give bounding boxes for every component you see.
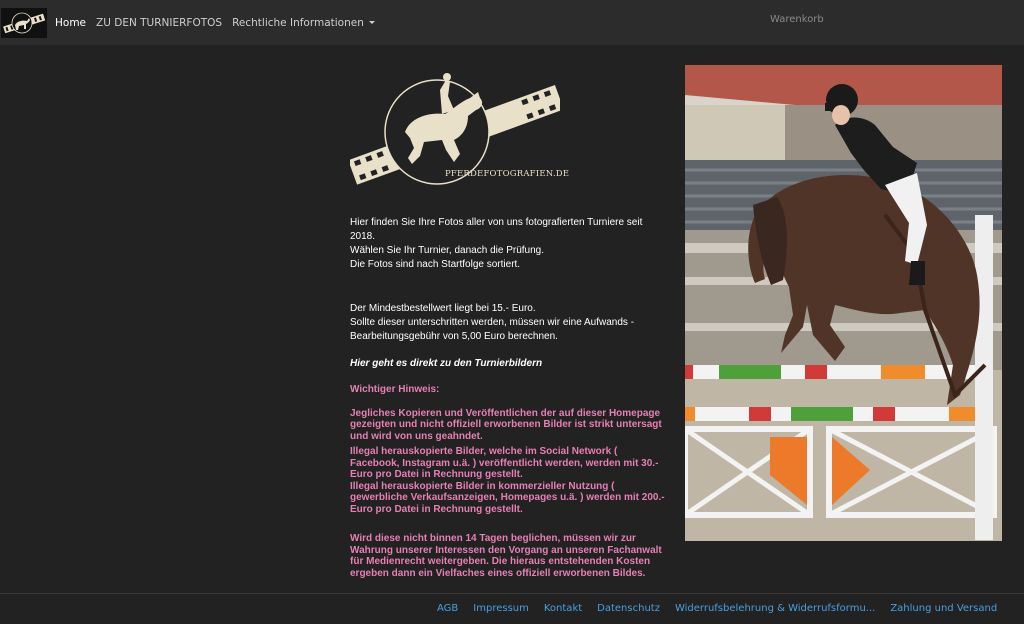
brand-logo[interactable] [1, 7, 47, 39]
show-jumping-photo [685, 65, 1002, 541]
notice-heading: Wichtiger Hinweis: [350, 384, 440, 395]
nav-home[interactable]: Home [55, 17, 86, 29]
important-notice: Wichtiger Hinweis: Jegliches Kopieren un… [350, 384, 668, 579]
nav-rechtliche-informationen-label: Rechtliche Informationen [232, 16, 364, 29]
footer-link-impressum[interactable]: Impressum [473, 603, 529, 614]
notice-paragraph: Jegliches Kopieren und Veröffentlichen d… [350, 407, 662, 442]
cart-link[interactable]: Warenkorb [770, 14, 824, 25]
logo-text: PFERDEFOTOGRAFIEN.DE [445, 169, 570, 179]
notice-paragraph: Illegal herauskopierte Bilder in kommerz… [350, 480, 665, 515]
intro-line: Die Fotos sind nach Startfolge sortiert. [350, 259, 521, 270]
footer: AGB Impressum Kontakt Datenschutz Widerr… [0, 593, 1024, 624]
caret-down-icon [368, 21, 375, 24]
footer-link-zahlung-versand[interactable]: Zahlung und Versand [890, 603, 997, 614]
min-order-line: Der Mindestbestellwert liegt bei 15.- Eu… [350, 303, 536, 314]
notice-paragraph: Illegal herauskopierte Bilder, welche im… [350, 446, 659, 480]
intro-text: Hier finden Sie Ihre Fotos aller von uns… [350, 216, 670, 272]
min-order-line: Bearbeitungsgebühr von 5,00 Euro berechn… [350, 331, 558, 342]
footer-link-widerrufsbelehrung[interactable]: Widerrufsbelehrung & Widerrufsformu... [675, 603, 875, 614]
notice-paragraph: Wird diese nicht binnen 14 Tagen beglich… [350, 533, 662, 579]
horse-rider-image [685, 65, 1002, 541]
nav-turnierfotos[interactable]: ZU DEN TURNIERFOTOS [96, 17, 222, 29]
horse-logo-icon [1, 7, 47, 38]
nav-rechtliche-informationen-dropdown[interactable]: Rechtliche Informationen [232, 17, 375, 29]
footer-link-kontakt[interactable]: Kontakt [544, 603, 582, 614]
main-content: Hier finden Sie Ihre Fotos aller von uns… [350, 216, 670, 579]
tournament-photos-link[interactable]: Hier geht es direkt zu den Turnierbilder… [350, 358, 542, 369]
footer-links: AGB Impressum Kontakt Datenschutz Widerr… [437, 603, 1012, 614]
footer-link-datenschutz[interactable]: Datenschutz [597, 603, 660, 614]
footer-link-agb[interactable]: AGB [437, 603, 458, 614]
top-navbar: Home ZU DEN TURNIERFOTOS Rechtliche Info… [0, 0, 1024, 45]
min-order-line: Sollte dieser unterschritten werden, müs… [350, 317, 635, 328]
min-order-text: Der Mindestbestellwert liegt bei 15.- Eu… [350, 302, 634, 344]
intro-line: Hier finden Sie Ihre Fotos aller von uns… [350, 217, 643, 242]
nav-menu: Home ZU DEN TURNIERFOTOS Rechtliche Info… [55, 17, 385, 29]
intro-line: Wählen Sie Ihr Turnier, danach die Prüfu… [350, 245, 545, 256]
